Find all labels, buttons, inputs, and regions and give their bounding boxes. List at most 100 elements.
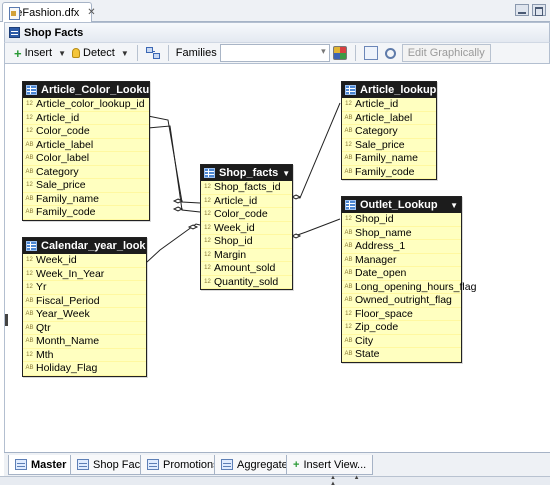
table-header[interactable]: Outlet_Lookup ▼ bbox=[342, 197, 461, 213]
chevron-down-icon[interactable]: ▼ bbox=[282, 169, 290, 178]
column-row[interactable]: AB Manager bbox=[342, 254, 461, 267]
table-article-color-lookup[interactable]: Article_Color_Lookup ▼ 12Article_color_l… bbox=[22, 81, 150, 221]
column-name: Yr bbox=[36, 281, 47, 294]
join-icon[interactable] bbox=[145, 46, 160, 60]
table-header[interactable]: Shop_facts ▼ bbox=[201, 165, 292, 181]
tab-insert-view[interactable]: + Insert View... bbox=[286, 455, 374, 475]
column-row[interactable]: 12 Week_id bbox=[201, 221, 292, 235]
page-setup-icon[interactable] bbox=[363, 46, 378, 60]
detect-label: Detect bbox=[83, 47, 115, 59]
column-row[interactable]: AB Article_label bbox=[23, 139, 149, 152]
column-row[interactable]: 12 Yr bbox=[23, 281, 146, 295]
column-row[interactable]: AB Long_opening_hours_flag bbox=[342, 281, 476, 294]
column-row[interactable]: 12 Article_id bbox=[23, 112, 149, 125]
tab-master[interactable]: Master bbox=[8, 455, 74, 475]
column-name: Long_opening_hours_flag bbox=[355, 280, 477, 293]
minimize-icon[interactable] bbox=[515, 4, 529, 16]
column-name: Zip_code bbox=[355, 321, 399, 334]
column-name: City bbox=[355, 334, 374, 347]
column-type-icon: AB bbox=[25, 155, 34, 162]
column-row[interactable]: AB Category bbox=[342, 125, 436, 139]
table-article-lookup[interactable]: Article_lookup ▼ 12Article_id ABArticle_… bbox=[341, 81, 437, 180]
color-palette-icon[interactable] bbox=[332, 46, 347, 60]
column-type-icon: AB bbox=[344, 243, 353, 250]
detect-button[interactable]: Detect ▼ bbox=[69, 44, 132, 62]
close-icon[interactable]: ✕ bbox=[87, 7, 95, 18]
chevron-down-icon[interactable]: ▼ bbox=[450, 201, 458, 210]
tab-label: Master bbox=[31, 458, 67, 471]
column-name: Mth bbox=[36, 348, 54, 361]
table-shop-facts[interactable]: Shop_facts ▼ 12 Shop_facts_id 12 Article_i… bbox=[200, 164, 293, 290]
column-name: Week_id bbox=[214, 221, 255, 234]
families-select[interactable] bbox=[219, 44, 330, 62]
column-row[interactable]: AB Article_label bbox=[342, 112, 436, 125]
column-row[interactable]: 12 Color_code bbox=[23, 125, 149, 139]
view-header: Shop Facts bbox=[4, 22, 550, 42]
column-type-icon: 12 bbox=[26, 351, 33, 358]
sash-handle[interactable] bbox=[5, 314, 9, 326]
column-row[interactable]: AB Shop_name bbox=[342, 227, 461, 240]
column-row[interactable]: AB Address_1 bbox=[342, 240, 461, 254]
column-row[interactable]: AB Date_open bbox=[342, 267, 461, 281]
column-row[interactable]: AB Owned_outright_flag bbox=[342, 294, 461, 308]
column-type-icon: AB bbox=[344, 155, 353, 162]
chevron-down-icon[interactable]: ▼ bbox=[58, 49, 66, 58]
column-type-icon: AB bbox=[344, 270, 353, 277]
column-row[interactable]: 12 Sale_price bbox=[342, 139, 436, 152]
column-row[interactable]: AB Family_code bbox=[342, 166, 436, 179]
column-type-icon: AB bbox=[25, 338, 34, 345]
zoom-icon[interactable] bbox=[384, 47, 396, 59]
column-row[interactable]: AB Qtr bbox=[23, 322, 146, 335]
table-calendar-year-lookup[interactable]: Calendar_year_lookup ▼ 12Week_id 12Week_… bbox=[22, 237, 147, 377]
column-type-icon: AB bbox=[344, 114, 353, 121]
tab-label: Insert View... bbox=[303, 458, 367, 471]
column-row[interactable]: 12 Amount_sold bbox=[201, 262, 292, 276]
data-foundation-editor: *eFashion.dfx ✕ Shop Facts + Insert ▼ De… bbox=[0, 0, 550, 485]
column-row[interactable]: AB Holiday_Flag bbox=[23, 362, 146, 376]
column-row[interactable]: 12 Article_id bbox=[342, 98, 436, 112]
column-row[interactable]: 12 Shop_id bbox=[342, 213, 461, 227]
column-type-icon: 12 bbox=[26, 101, 33, 108]
column-row[interactable]: AB City bbox=[342, 334, 461, 348]
column-row[interactable]: 12 Shop_id bbox=[201, 235, 292, 249]
column-type-icon: AB bbox=[344, 337, 353, 344]
column-type-icon: 12 bbox=[204, 265, 211, 272]
column-name: Margin bbox=[214, 248, 247, 261]
column-row[interactable]: 12 Week_id bbox=[23, 254, 146, 268]
column-row[interactable]: AB Family_name bbox=[23, 193, 149, 206]
scroll-arrows-icon[interactable] bbox=[330, 475, 390, 485]
column-row[interactable]: 12 Floor_space bbox=[342, 308, 461, 321]
column-row[interactable]: AB Month_Name bbox=[23, 335, 146, 349]
column-row[interactable]: AB Family_code bbox=[23, 206, 149, 220]
column-row[interactable]: 12 Color_code bbox=[201, 208, 292, 222]
column-row[interactable]: AB Fiscal_Period bbox=[23, 295, 146, 308]
column-row[interactable]: AB Family_name bbox=[342, 152, 436, 166]
column-type-icon: 12 bbox=[26, 182, 33, 189]
column-row[interactable]: 12 Shop_facts_id bbox=[201, 181, 292, 195]
table-header[interactable]: Article_Color_Lookup ▼ bbox=[23, 82, 149, 98]
insert-button[interactable]: + Insert ▼ bbox=[11, 44, 69, 62]
table-outlet-lookup[interactable]: Outlet_Lookup ▼ 12 Shop_id AB Shop_name AB… bbox=[341, 196, 476, 363]
maximize-icon[interactable] bbox=[532, 4, 546, 16]
edit-graphically-button[interactable]: Edit Graphically bbox=[401, 44, 491, 62]
view-tabs: Master Shop Facts Promotions Aggregates … bbox=[4, 452, 550, 476]
chevron-down-icon[interactable]: ▼ bbox=[121, 49, 129, 58]
column-row[interactable]: 12 Margin bbox=[201, 248, 292, 262]
column-row[interactable]: 12 Article_color_lookup_id bbox=[23, 98, 149, 112]
column-row[interactable]: 12 Mth bbox=[23, 348, 146, 362]
table-header[interactable]: Calendar_year_lookup ▼ bbox=[23, 238, 146, 254]
column-row[interactable]: 12 Zip_code bbox=[342, 321, 461, 335]
table-header[interactable]: Article_lookup ▼ bbox=[342, 82, 436, 98]
column-name: Owned_outright_flag bbox=[355, 294, 452, 307]
column-row[interactable]: 12 Quantity_sold bbox=[201, 276, 292, 289]
editor-tab-efashion[interactable]: *eFashion.dfx ✕ bbox=[2, 2, 96, 22]
column-row[interactable]: 12 Article_id bbox=[201, 195, 292, 208]
families-label: Families bbox=[175, 47, 217, 59]
column-row[interactable]: AB Color_label bbox=[23, 152, 149, 166]
column-row[interactable]: AB State bbox=[342, 348, 461, 362]
column-row[interactable]: 12 Sale_price bbox=[23, 179, 149, 193]
column-row[interactable]: AB Year_Week bbox=[23, 308, 146, 322]
tab-promotions[interactable]: Promotions bbox=[140, 455, 226, 475]
column-row[interactable]: AB Category bbox=[23, 166, 149, 179]
column-row[interactable]: 12 Week_In_Year bbox=[23, 268, 146, 281]
